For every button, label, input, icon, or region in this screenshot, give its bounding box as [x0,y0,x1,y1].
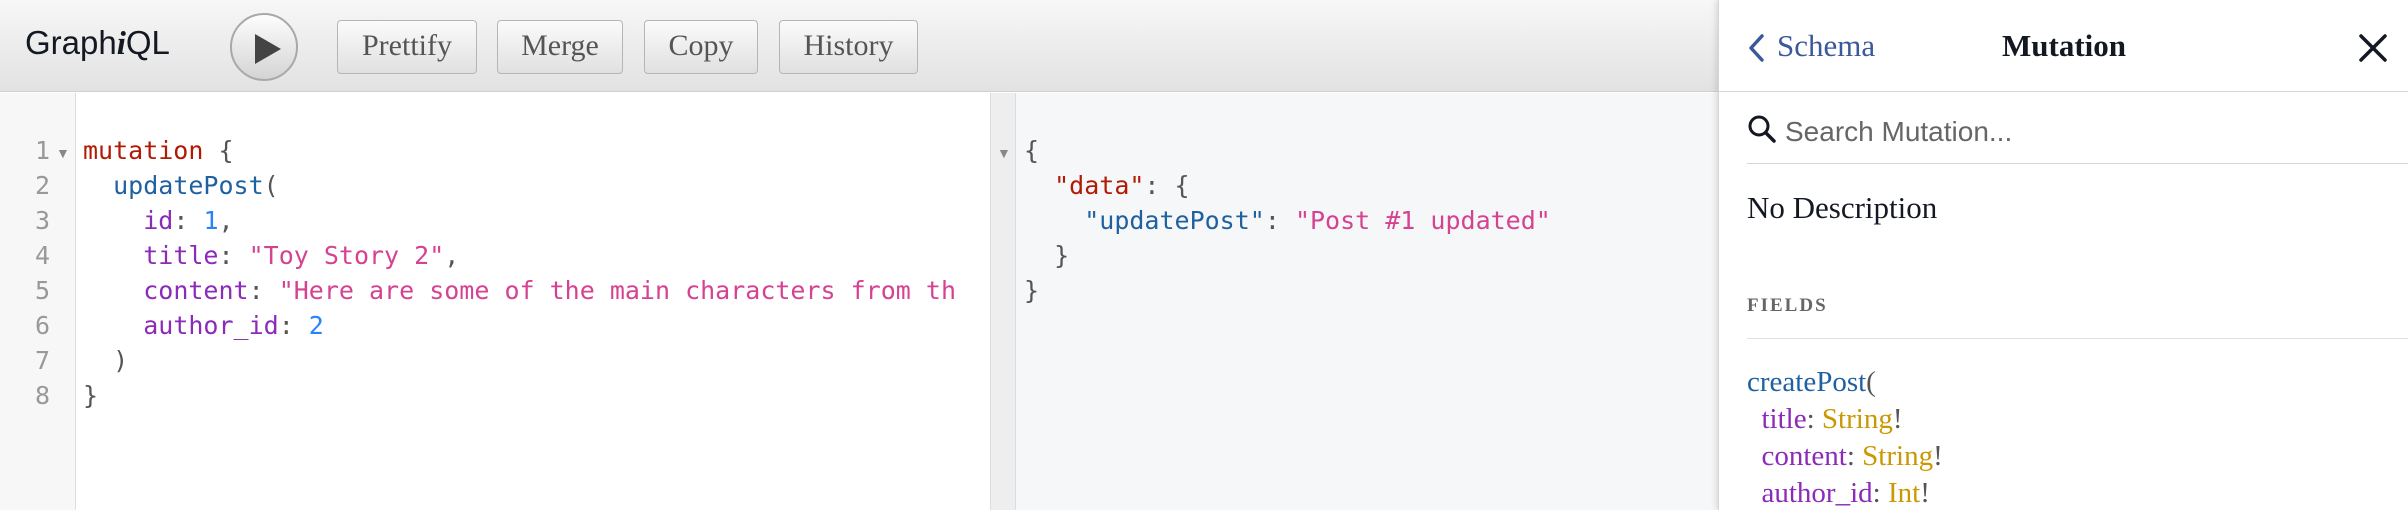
argument-name: content [1761,440,1847,472]
chevron-left-icon [1749,34,1764,62]
query-line-gutter: 1 ▼ 2 3 4 5 6 7 8 [0,93,76,510]
non-null-marker: ! [1933,440,1943,472]
non-null-marker: ! [1892,403,1903,435]
line-number: 7 [34,346,50,375]
copy-button[interactable]: Copy [644,20,758,74]
code-line-4: title: "Toy Story 2", [83,238,459,273]
code-line-3: id: 1, [83,203,234,238]
fields-heading: FIELDS [1747,295,2408,339]
mutation-keyword: mutation [83,136,204,165]
argument-value: "Toy Story 2" [248,241,445,270]
field-argument: title: String! [1747,401,1903,438]
line-number: 6 [34,311,50,340]
argument-name: author_id [143,311,279,340]
run-query-button[interactable] [230,13,298,81]
result-line-2: "data": { [1024,168,1190,203]
argument-type-link[interactable]: String [1822,403,1893,435]
argument-type-link[interactable]: String [1862,440,1933,472]
argument-value: 2 [308,311,324,340]
brace: } [1054,241,1070,270]
merge-button[interactable]: Merge [497,20,623,74]
code-line-8: } [83,378,98,413]
json-key: "updatePost" [1084,206,1265,235]
comma: , [444,241,460,270]
colon: : [1846,440,1863,472]
type-description: No Description [1747,190,1938,225]
field-name-link[interactable]: createPost [1747,366,1866,398]
doc-explorer-header: Schema Mutation [1719,0,2408,92]
toolbar: GraphiQL Prettify Merge Copy History [0,0,1718,92]
title-suffix: QL [125,24,170,61]
search-icon [1748,115,1776,143]
line-number: 3 [34,206,50,235]
code-line-1: mutation { [83,133,234,168]
code-line-5: content: "Here are some of the main char… [83,273,956,308]
code-line-6: author_id: 2 [83,308,324,343]
colon-brace: : { [1144,171,1190,200]
colon: : [1806,403,1822,435]
editor-splitter[interactable]: ▼ [990,93,1016,510]
field-signature: createPost( [1747,364,1876,401]
paren: ( [1866,366,1876,398]
code-line-7: ) [83,343,128,378]
result-viewer: { "data": { "updatePost": "Post #1 updat… [1016,93,1718,510]
argument-value: "Here are some of the main characters fr… [278,276,956,305]
line-number: 4 [34,241,50,270]
comma: , [218,206,234,235]
history-button[interactable]: History [779,20,918,74]
brace: } [1024,276,1040,305]
colon: : [1264,206,1295,235]
colon: : [278,311,309,340]
search-input[interactable] [1785,112,2385,152]
json-key: "data" [1054,171,1145,200]
title-italic: i [116,26,126,62]
result-line-4: } [1024,238,1069,273]
json-value: "Post #1 updated" [1294,206,1551,235]
prettify-button[interactable]: Prettify [337,20,477,74]
result-line-3: "updatePost": "Post #1 updated" [1024,203,1551,238]
play-icon [255,34,281,64]
field-name: updatePost [113,171,264,200]
query-editor[interactable]: mutation { updatePost( id: 1, title: "To… [77,93,990,510]
field-argument: author_id: Int! [1747,475,1930,510]
result-line-1: { [1024,133,1039,168]
doc-explorer: Schema Mutation No Description FIELDS cr… [1718,0,2408,510]
paren: ( [263,171,279,200]
app-title: GraphiQL [25,24,170,63]
colon: : [248,276,279,305]
line-number: 5 [34,276,50,305]
argument-name: title [1761,403,1807,435]
colon: : [1872,477,1888,509]
title-prefix: Graph [25,24,117,61]
colon: : [218,241,249,270]
field-argument: content: String! [1747,438,1943,475]
line-number: 2 [34,171,50,200]
doc-search [1747,106,2408,164]
close-icon[interactable] [2359,34,2387,62]
argument-value: 1 [203,206,219,235]
non-null-marker: ! [1920,477,1930,509]
line-number: 8 [34,381,50,410]
paren: ) [113,346,129,375]
code-line-2: updatePost( [83,168,279,203]
brace: { [203,136,234,165]
back-label: Schema [1777,28,1876,63]
colon: : [173,206,204,235]
argument-type-link[interactable]: Int [1888,477,1920,509]
brace: } [83,381,99,410]
result-line-5: } [1024,273,1039,308]
brace: { [1024,136,1040,165]
argument-name: author_id [1761,477,1873,509]
fold-arrow-icon[interactable]: ▼ [997,145,1011,161]
argument-name: content [143,276,249,305]
argument-name: title [143,241,219,270]
fold-arrow-icon[interactable]: ▼ [56,145,70,161]
line-number: 1 [34,136,50,165]
argument-name: id [143,206,174,235]
